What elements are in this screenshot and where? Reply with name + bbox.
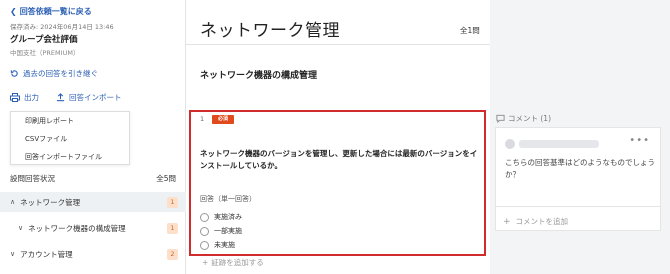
answer-import-button[interactable]: 回答インポート [56, 92, 122, 103]
question-number: 1 [200, 115, 205, 123]
output-dropdown-menu: 印刷用レポート CSVファイル 回答インポートファイル [10, 111, 130, 165]
menu-item-import-file[interactable]: 回答インポートファイル [11, 148, 129, 166]
section-title: ネットワーク機器の構成管理 [200, 71, 318, 81]
question-count: 全1問 [460, 26, 480, 35]
chevron-down-icon: ∨ [10, 250, 16, 258]
page-title: ネットワーク管理 [200, 21, 340, 41]
back-link-label: 回答依頼一覧に戻る [19, 7, 92, 16]
import-label: 回答インポート [69, 93, 122, 102]
output-label: 出力 [24, 93, 39, 102]
comment-text: こちらの回答基準はどのようなものでしょうか？ [505, 158, 655, 179]
radio-button[interactable] [200, 212, 209, 222]
sidebar-item-label: アカウント管理 [20, 249, 73, 259]
answer-option-not-implemented[interactable]: 未実施 [200, 240, 235, 250]
sidebar-item-label: ネットワーク管理 [20, 197, 81, 207]
plus-icon: + [503, 216, 511, 227]
answer-type-label: 回答（単一回答） [200, 195, 256, 203]
answer-status-count: 全5問 [156, 174, 176, 183]
option-label: 未実施 [214, 241, 235, 249]
print-icon [10, 93, 20, 102]
survey-subtitle: 中国支社（PREMIUM） [10, 49, 80, 57]
unanswered-count-badge: 1 [167, 223, 178, 234]
upload-icon [56, 93, 65, 102]
avatar [505, 139, 515, 149]
question-card: 1 必須 ネットワーク機器のバージョンを管理し、更新した場合には最新のバージョン… [189, 110, 486, 256]
required-badge: 必須 [212, 115, 234, 124]
sidebar-item-account-management[interactable]: ∨ アカウント管理 2 [0, 244, 186, 264]
sidebar-item-network-management[interactable]: ∧ ネットワーク管理 1 [0, 192, 186, 212]
chevron-down-icon: ∨ [18, 224, 24, 232]
history-icon [10, 70, 18, 77]
sidebar-item-network-config[interactable]: ∨ ネットワーク機器の構成管理 1 [0, 218, 186, 238]
comment-icon [496, 114, 505, 123]
unanswered-count-badge: 2 [167, 249, 178, 260]
sidebar-item-label: ネットワーク機器の構成管理 [28, 223, 126, 233]
chevron-left-icon: ❮ [10, 7, 17, 16]
comment-divider [495, 206, 661, 207]
plus-icon: + [202, 258, 209, 267]
unanswered-count-badge: 1 [167, 197, 178, 208]
add-evidence-label: 証跡を追加する [211, 258, 264, 267]
answer-status-row: 設問回答状況 全5問 [0, 171, 186, 185]
output-button[interactable]: 出力 [10, 92, 39, 103]
survey-title: グループ会社評価 [10, 35, 78, 45]
comments-header-label: コメント (1) [508, 114, 552, 123]
radio-button[interactable] [200, 240, 209, 250]
answer-option-implemented[interactable]: 実施済み [200, 212, 242, 222]
comments-header: コメント (1) [496, 113, 551, 124]
menu-item-print-report[interactable]: 印刷用レポート [11, 112, 129, 130]
redacted-author-name [519, 140, 599, 148]
menu-item-csv-file[interactable]: CSVファイル [11, 130, 129, 148]
answer-option-partial[interactable]: 一部実施 [200, 226, 242, 236]
radio-button[interactable] [200, 226, 209, 236]
add-comment-button[interactable]: + コメントを追加 [503, 216, 568, 227]
more-options-icon[interactable]: ••• [629, 135, 650, 146]
reuse-link-label: 過去の回答を引き継ぐ [23, 69, 98, 78]
chevron-up-icon: ∧ [10, 198, 16, 206]
saved-timestamp: 保存済み: 2024年06月14日 13:46 [10, 23, 114, 31]
question-text: ネットワーク機器のバージョンを管理し、更新した場合には最新のバージョンをインスト… [200, 149, 478, 170]
answer-status-label: 設問回答状況 [10, 174, 55, 183]
add-evidence-button[interactable]: + 証跡を追加する [202, 257, 264, 268]
header-divider [186, 44, 490, 45]
option-label: 実施済み [214, 213, 242, 221]
reuse-previous-answers-link[interactable]: 過去の回答を引き継ぐ [10, 68, 98, 79]
option-label: 一部実施 [214, 227, 242, 235]
back-to-list-link[interactable]: ❮ 回答依頼一覧に戻る [10, 6, 92, 17]
add-comment-label: コメントを追加 [515, 217, 569, 226]
